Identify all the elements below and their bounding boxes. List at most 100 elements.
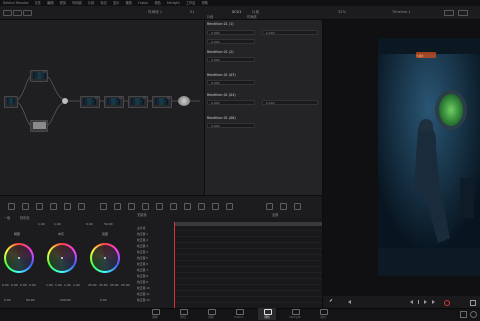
- stop-icon[interactable]: [418, 300, 419, 304]
- field-1b[interactable]: 0.000: [262, 30, 318, 35]
- gallery-icon[interactable]: [23, 10, 32, 16]
- top-value-2[interactable]: 1.00: [54, 222, 61, 226]
- node-02[interactable]: 02: [30, 120, 48, 132]
- keyframes-icon[interactable]: [266, 203, 273, 210]
- page-tab-fusion[interactable]: Fusion: [230, 308, 248, 320]
- camera-raw-icon[interactable]: [8, 203, 15, 210]
- sizing-icon[interactable]: [212, 203, 219, 210]
- page-label: Fusion: [234, 315, 244, 319]
- node-05[interactable]: 05: [128, 96, 148, 108]
- bottom-value-1[interactable]: 0.00: [4, 298, 11, 302]
- lift-value-y[interactable]: 0.00: [2, 283, 9, 287]
- gamma-value-b[interactable]: 1.00: [73, 283, 80, 287]
- node-output[interactable]: [178, 96, 190, 106]
- page-tab-media[interactable]: 媒体: [146, 308, 164, 320]
- motion-icon[interactable]: [78, 203, 85, 210]
- loop-icon[interactable]: [444, 300, 450, 306]
- kf-item-11[interactable]: 校正器 11: [137, 292, 150, 297]
- info-icon[interactable]: [294, 203, 301, 210]
- scopes-icon[interactable]: [280, 203, 287, 210]
- lift-value-r[interactable]: 0.00: [11, 283, 18, 287]
- top-value-3[interactable]: 0.00: [86, 222, 93, 226]
- lut-icon[interactable]: [13, 10, 22, 16]
- home-icon[interactable]: [460, 311, 467, 318]
- forward-icon[interactable]: [432, 300, 435, 304]
- rgb-mixer-icon[interactable]: [64, 203, 71, 210]
- lift-value-b[interactable]: 0.00: [29, 283, 36, 287]
- viewer-options-icon[interactable]: [444, 10, 454, 16]
- gain-value-b[interactable]: 25.00: [121, 283, 130, 287]
- page-tab-cut[interactable]: 剪切: [174, 308, 192, 320]
- primaries-icon[interactable]: [36, 203, 43, 210]
- page-tab-edit[interactable]: 剪辑: [202, 308, 220, 320]
- fullscreen-icon[interactable]: [458, 10, 468, 16]
- field-4a[interactable]: 0.000: [207, 100, 255, 105]
- playhead[interactable]: [174, 222, 175, 308]
- curves-icon[interactable]: [100, 203, 107, 210]
- viewer-frame[interactable]: [378, 38, 480, 276]
- gain-value-y[interactable]: 25.00: [88, 283, 97, 287]
- node-input[interactable]: [4, 96, 18, 108]
- field-5a[interactable]: 0.000: [262, 100, 318, 105]
- kf-item-8[interactable]: 校正器 8: [137, 274, 148, 279]
- gamma-value-r[interactable]: 1.00: [55, 283, 62, 287]
- kf-item-10[interactable]: 校正器 10: [137, 286, 150, 291]
- bottom-value-4[interactable]: 0.00: [100, 298, 107, 302]
- magic-mask-icon[interactable]: [170, 203, 177, 210]
- kf-item-6[interactable]: 校正器 6: [137, 262, 148, 267]
- zoom-level[interactable]: 32%: [338, 6, 346, 19]
- gamma-wheel[interactable]: [47, 243, 77, 273]
- gamma-value-y[interactable]: 1.00: [46, 283, 53, 287]
- field-3a[interactable]: 0.000: [207, 80, 255, 85]
- top-value-1[interactable]: 1.00: [38, 222, 45, 226]
- node-04[interactable]: 04: [104, 96, 124, 108]
- kf-item-1[interactable]: 校正器 1: [137, 232, 148, 237]
- window-icon[interactable]: [142, 203, 149, 210]
- color-match-icon[interactable]: [22, 203, 29, 210]
- gain-value-g[interactable]: 25.00: [110, 283, 119, 287]
- settings-icon[interactable]: [470, 311, 477, 318]
- kf-item-9[interactable]: 校正器 9: [137, 280, 148, 285]
- kf-item-3[interactable]: 校正器 3: [137, 244, 148, 249]
- node-03[interactable]: 03: [80, 96, 100, 108]
- bottom-value-3[interactable]: 100.00: [60, 298, 71, 302]
- gain-wheel[interactable]: [90, 243, 120, 273]
- wheels-tab-primary[interactable]: 一级: [4, 214, 10, 222]
- qualifier-icon[interactable]: [128, 203, 135, 210]
- gain-value-r[interactable]: 25.00: [99, 283, 108, 287]
- tracker-icon[interactable]: [156, 203, 163, 210]
- wheels-tab-wheels[interactable]: 校色轮: [20, 214, 30, 222]
- prev-icon[interactable]: [348, 300, 351, 304]
- page-tab-deliver[interactable]: 交付: [314, 308, 332, 320]
- node-mixer[interactable]: [62, 98, 68, 104]
- field-1c[interactable]: 0.000: [207, 39, 255, 44]
- kf-item-12[interactable]: 校正器 12: [137, 298, 150, 303]
- node-01[interactable]: 01: [30, 70, 48, 82]
- key-icon[interactable]: [198, 203, 205, 210]
- media-pool-icon[interactable]: [3, 10, 12, 16]
- field-1a[interactable]: 0.000: [207, 30, 255, 35]
- rewind-icon[interactable]: [410, 300, 413, 304]
- play-icon[interactable]: [424, 300, 427, 304]
- lift-wheel[interactable]: [4, 243, 34, 273]
- field-6a[interactable]: 0.000: [207, 123, 255, 128]
- kf-item-5[interactable]: 校正器 5: [137, 256, 148, 261]
- bottom-value-2[interactable]: 50.00: [26, 298, 35, 302]
- warper-icon[interactable]: [114, 203, 121, 210]
- page-tab-fairlight[interactable]: Fairlight: [286, 308, 304, 320]
- kf-item-7[interactable]: 校正器 7: [137, 268, 148, 273]
- kf-item-0[interactable]: 主片段: [137, 226, 145, 231]
- kf-item-4[interactable]: 校正器 4: [137, 250, 148, 255]
- node-06[interactable]: 06: [152, 96, 172, 108]
- top-value-4[interactable]: 50.00: [104, 222, 113, 226]
- blur-icon[interactable]: [184, 203, 191, 210]
- hdr-icon[interactable]: [50, 203, 57, 210]
- 3d-icon[interactable]: [226, 203, 233, 210]
- gamma-value-g[interactable]: 1.00: [64, 283, 71, 287]
- page-tab-color[interactable]: 调色: [258, 308, 276, 320]
- field-2a[interactable]: 0.000: [207, 57, 255, 62]
- kf-item-2[interactable]: 校正器 2: [137, 238, 148, 243]
- viewer-timeline-label[interactable]: Timeline 1: [392, 6, 411, 19]
- expand-icon[interactable]: [470, 300, 476, 306]
- lift-value-g[interactable]: 0.00: [20, 283, 27, 287]
